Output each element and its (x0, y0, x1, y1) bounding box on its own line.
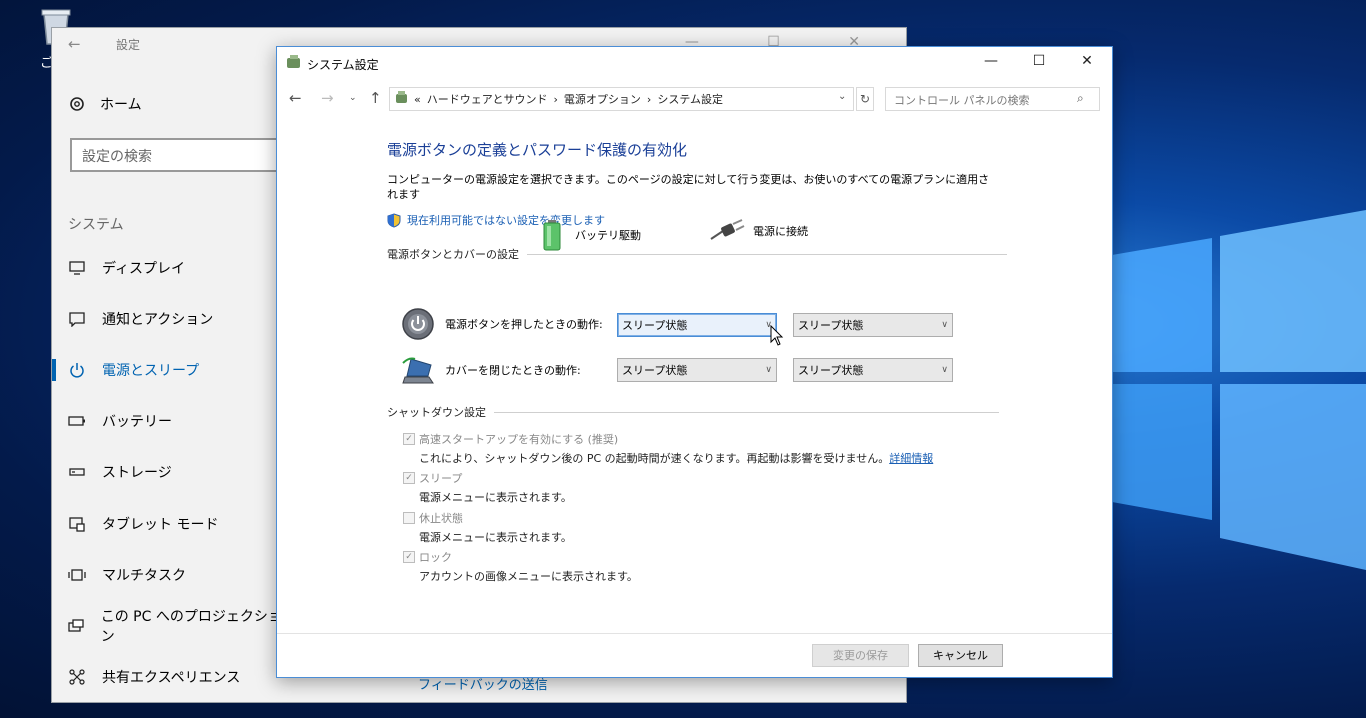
power-button-label: 電源ボタンを押したときの動作: (445, 318, 603, 331)
maximize-button[interactable]: ☐ (1029, 53, 1049, 73)
share-icon (69, 669, 85, 685)
cancel-button[interactable]: キャンセル (918, 644, 1003, 667)
chevron-down-icon: ∨ (941, 320, 948, 330)
change-settings-link[interactable]: 現在利用可能ではない設定を変更します (387, 212, 1007, 228)
refresh-icon[interactable]: ↻ (856, 87, 874, 111)
nav-item-projection[interactable]: この PC へのプロジェクション (52, 600, 282, 651)
nav-item-tablet-mode[interactable]: タブレット モード (52, 498, 282, 549)
power-button-battery-select[interactable]: スリープ状態 ∨ (617, 313, 777, 337)
battery-icon (68, 416, 85, 426)
projection-icon (68, 619, 85, 632)
nav-item-multitasking[interactable]: マルチタスク (52, 549, 282, 600)
gear-icon (70, 97, 84, 111)
breadcrumb-hardware-sound[interactable]: ハードウェアとサウンド (427, 91, 548, 107)
battery-icon (543, 220, 561, 251)
fast-startup-checkbox[interactable]: ✓ (403, 433, 415, 445)
mouse-cursor-icon (770, 325, 784, 346)
breadcrumb-separator: › (553, 92, 558, 106)
address-dropdown-icon[interactable]: ⌄ (838, 91, 846, 102)
multitask-icon (68, 569, 86, 581)
back-arrow-icon[interactable]: ← (68, 35, 81, 53)
breadcrumb-power-options[interactable]: 電源オプション (564, 91, 641, 107)
nav-item-battery[interactable]: バッテリー (52, 396, 282, 447)
power-button-group-header: 電源ボタンとカバーの設定 (387, 246, 1007, 262)
cp-titlebar[interactable]: システム設定 — ☐ ✕ (277, 47, 1112, 79)
nav-item-notifications[interactable]: 通知とアクション (52, 293, 282, 344)
sleep-option: ✓ スリープ 電源メニューに表示されます。 (403, 470, 572, 505)
settings-search-input[interactable]: 設定の検索 (70, 138, 310, 172)
content-area: 電源ボタンの定義とパスワード保護の有効化 コンピューターの電源設定を選択できます… (387, 139, 1007, 262)
settings-nav: ディスプレイ 通知とアクション 電源とスリープ バッテリー ストレージ タブレッ… (52, 242, 282, 703)
recent-dropdown-icon[interactable]: ⌄ (349, 93, 357, 103)
lock-checkbox[interactable]: ✓ (403, 551, 415, 563)
monitor-icon (69, 260, 85, 275)
breadcrumb-prefix[interactable]: « (414, 93, 421, 106)
power-button-row: 電源ボタンを押したときの動作: (401, 307, 605, 341)
shutdown-group-header: シャットダウン設定 (387, 404, 999, 420)
nav-item-storage[interactable]: ストレージ (52, 447, 282, 498)
sleep-checkbox[interactable]: ✓ (403, 472, 415, 484)
nav-item-power-sleep[interactable]: 電源とスリープ (52, 344, 282, 395)
message-icon (69, 312, 85, 327)
footer-bar: 変更の保存 キャンセル (277, 633, 1112, 677)
uac-shield-icon (387, 212, 401, 228)
section-header: システム (68, 217, 124, 233)
chevron-down-icon: ∨ (941, 365, 948, 375)
lid-close-label: カバーを閉じたときの動作: (445, 364, 581, 377)
lock-option: ✓ ロック アカウントの画像メニューに表示されます。 (403, 549, 638, 584)
forward-arrow-icon[interactable]: → (321, 89, 334, 107)
fast-startup-option: ✓ 高速スタートアップを有効にする (推奨) これにより、シャットダウン後の P… (403, 431, 933, 466)
hibernate-option: 休止状態 電源メニューに表示されます。 (403, 510, 572, 545)
power-options-app-icon (287, 55, 300, 68)
power-button-ac-select[interactable]: スリープ状態 ∨ (793, 313, 953, 337)
home-label: ホーム (100, 97, 142, 113)
minimize-button[interactable]: — (981, 53, 1001, 73)
page-heading: 電源ボタンの定義とパスワード保護の有効化 (387, 141, 688, 159)
power-icon (70, 362, 84, 378)
nav-item-shared-experiences[interactable]: 共有エクスペリエンス (52, 652, 282, 703)
windows-logo-icon (1112, 210, 1366, 570)
tablet-icon (69, 516, 85, 532)
home-nav-item[interactable]: ホーム (68, 94, 142, 114)
page-description: コンピューターの電源設定を選択できます。このページの設定に対して行う変更は、お使… (387, 173, 990, 201)
address-bar[interactable]: « ハードウェアとサウンド › 電源オプション › システム設定 (389, 87, 854, 111)
power-button-icon (402, 308, 434, 340)
up-arrow-icon[interactable]: ↑ (369, 89, 382, 107)
more-info-link[interactable]: 詳細情報 (889, 452, 933, 465)
hibernate-checkbox[interactable] (403, 512, 415, 524)
save-changes-button[interactable]: 変更の保存 (812, 644, 909, 667)
address-row: ← → ⌄ ↑ « ハードウェアとサウンド › 電源オプション › システム設定… (277, 85, 1112, 113)
close-button[interactable]: ✕ (1077, 53, 1097, 73)
search-icon[interactable]: ⌕ (1077, 91, 1084, 106)
power-options-icon (396, 91, 407, 103)
lid-close-battery-select[interactable]: スリープ状態 ∨ (617, 358, 777, 382)
chevron-down-icon: ∨ (765, 365, 772, 375)
fast-startup-desc: これにより、シャットダウン後の PC の起動時間が速くなります。再起動は影響を受… (419, 452, 934, 465)
window-title: システム設定 (307, 58, 379, 72)
breadcrumb-separator: › (646, 92, 652, 106)
battery-column-header: バッテリ駆動 (541, 219, 641, 251)
control-panel-search-input[interactable]: コントロール パネルの検索 (885, 87, 1100, 111)
nav-item-display[interactable]: ディスプレイ (52, 242, 282, 293)
lid-close-ac-select[interactable]: スリープ状態 ∨ (793, 358, 953, 382)
laptop-lid-icon (402, 357, 434, 384)
back-arrow-icon[interactable]: ← (289, 89, 302, 107)
storage-icon (69, 468, 85, 476)
lid-close-row: カバーを閉じたときの動作: (401, 353, 605, 387)
settings-window-title: 設定 (116, 38, 141, 52)
plugged-in-column-header: 電源に接続 (709, 219, 808, 243)
power-plug-icon (710, 219, 745, 240)
breadcrumb-system-settings[interactable]: システム設定 (657, 91, 723, 107)
system-settings-window[interactable]: システム設定 — ☐ ✕ ← → ⌄ ↑ « ハードウェアとサウンド › 電源オ… (276, 46, 1113, 678)
